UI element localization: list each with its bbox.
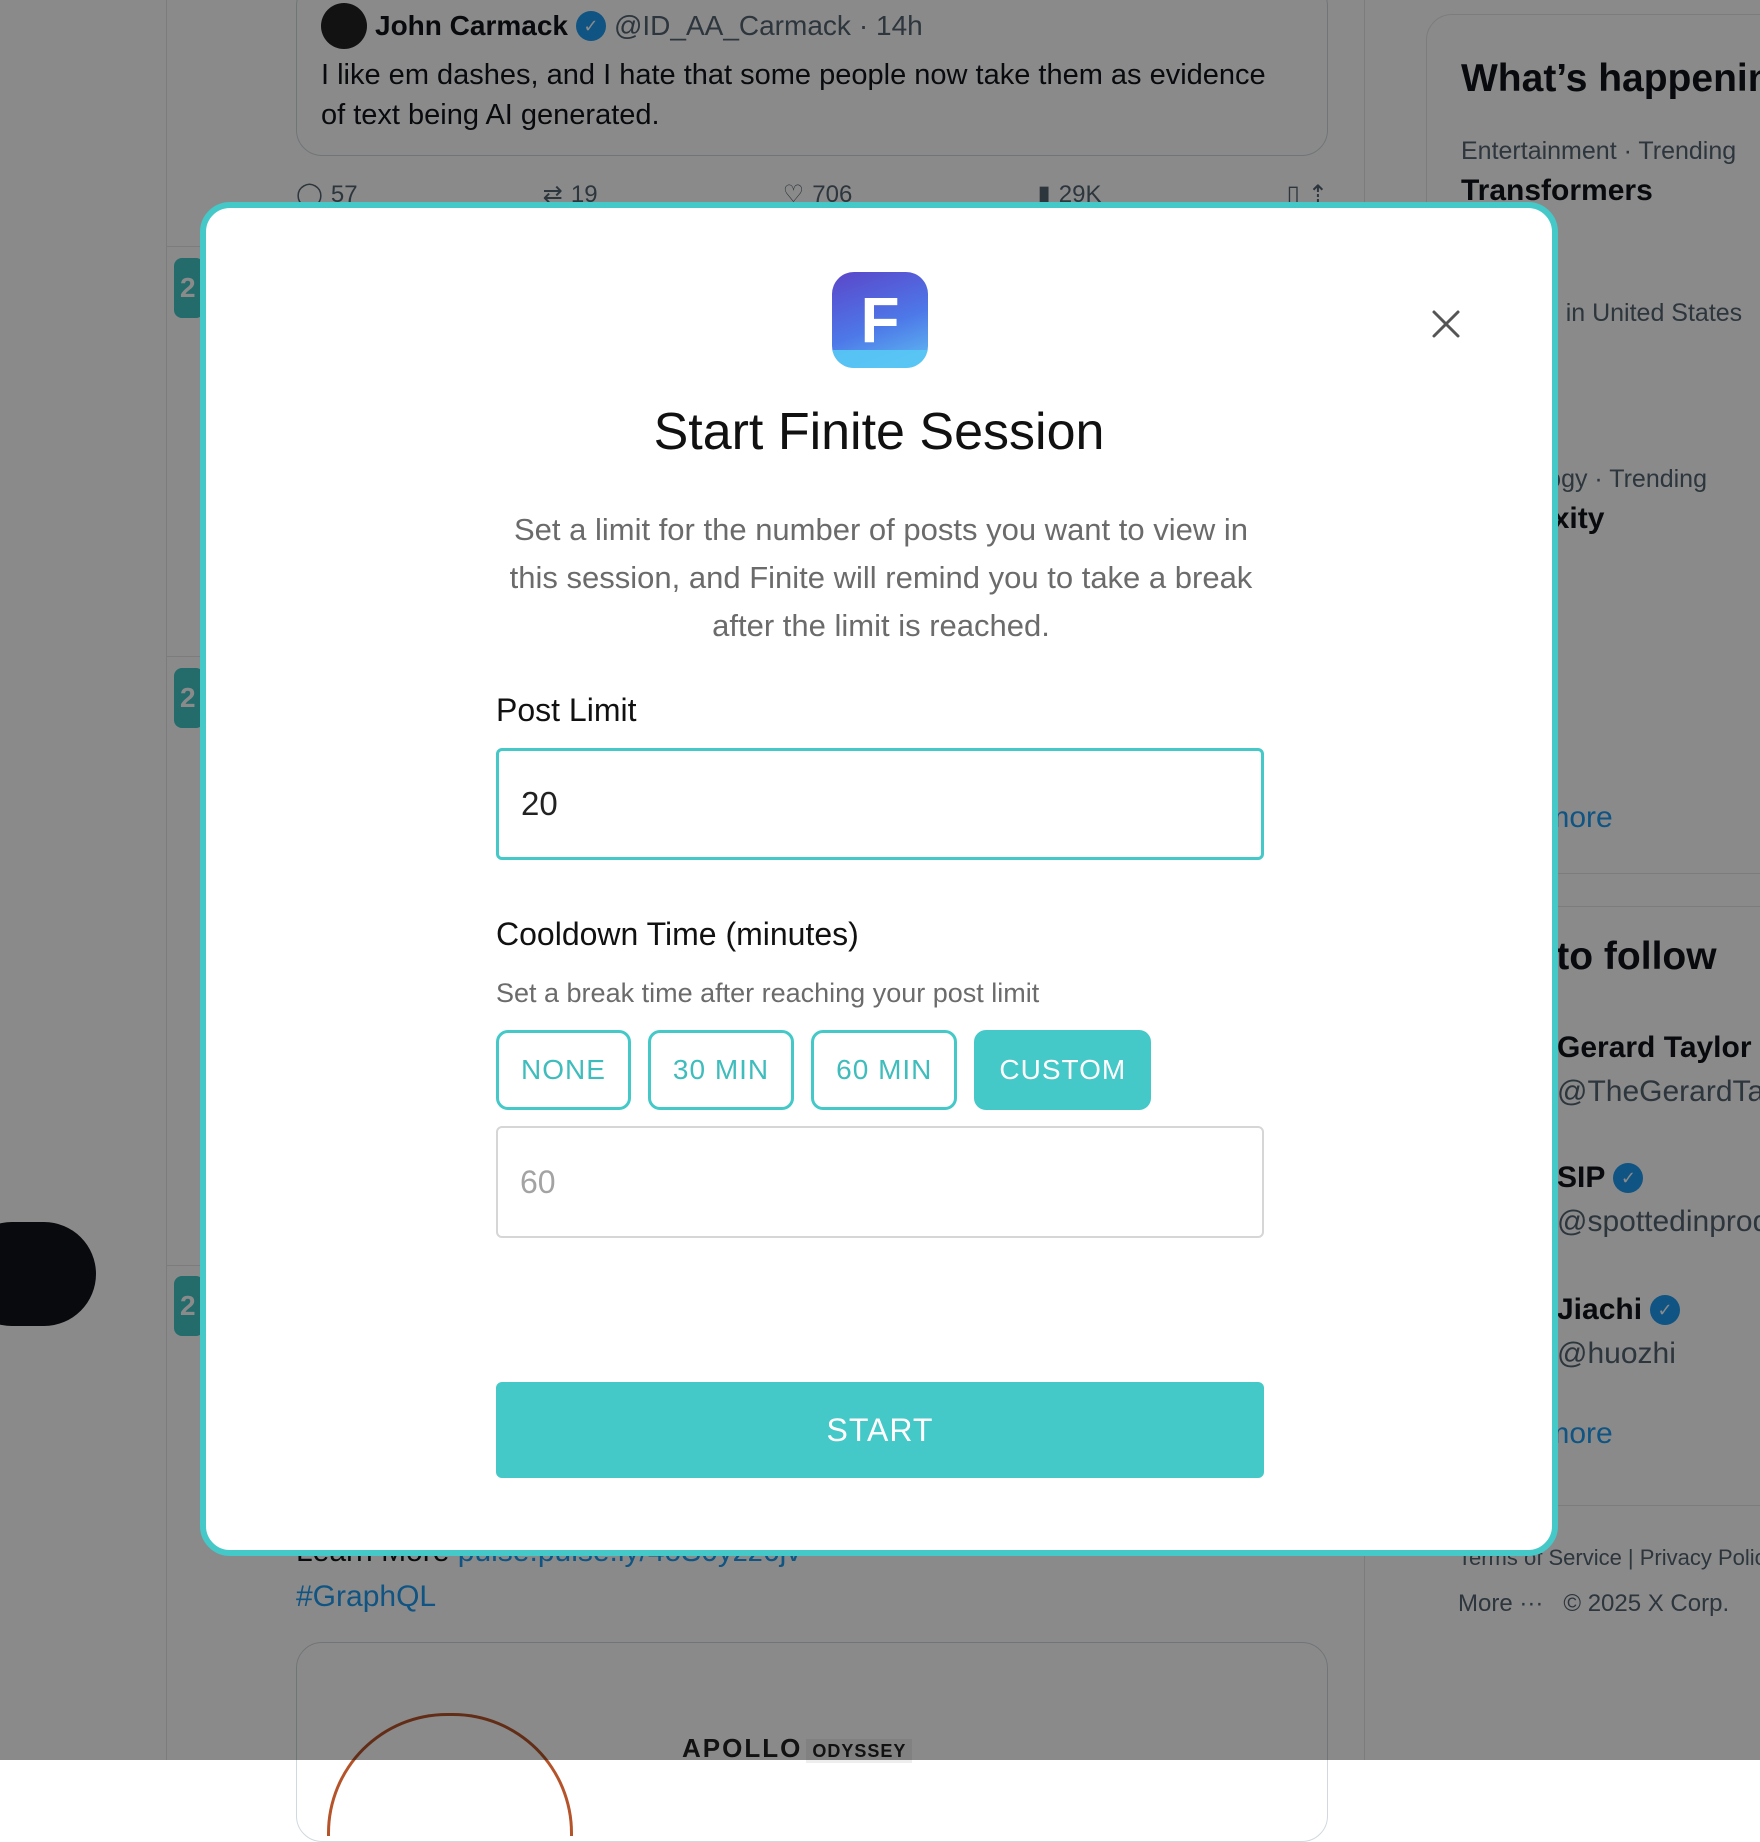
cooldown-custom-button[interactable]: CUSTOM bbox=[974, 1030, 1152, 1110]
custom-cooldown-input[interactable] bbox=[496, 1126, 1264, 1238]
logo-letter: F bbox=[860, 284, 900, 356]
close-button[interactable] bbox=[1422, 300, 1470, 348]
cooldown-options: NONE 30 MIN 60 MIN CUSTOM bbox=[496, 1030, 1152, 1110]
cooldown-30-button[interactable]: 30 MIN bbox=[647, 1030, 795, 1110]
start-button[interactable]: START bbox=[496, 1382, 1264, 1478]
cooldown-60-button[interactable]: 60 MIN bbox=[811, 1030, 958, 1110]
logo-stripe bbox=[832, 350, 928, 368]
modal-title: Start Finite Session bbox=[653, 403, 1105, 461]
finite-session-modal: F Start Finite Session Set a limit for t… bbox=[200, 202, 1558, 1556]
modal-description: Set a limit for the number of posts you … bbox=[509, 512, 1253, 643]
finite-logo-icon: F bbox=[832, 272, 928, 368]
close-icon bbox=[1432, 310, 1460, 338]
post-limit-input[interactable] bbox=[496, 748, 1264, 860]
cooldown-label: Cooldown Time (minutes) bbox=[496, 916, 859, 952]
post-limit-label: Post Limit bbox=[496, 692, 637, 728]
cooldown-none-button[interactable]: NONE bbox=[496, 1030, 631, 1110]
cooldown-hint: Set a break time after reaching your pos… bbox=[496, 978, 1040, 1008]
